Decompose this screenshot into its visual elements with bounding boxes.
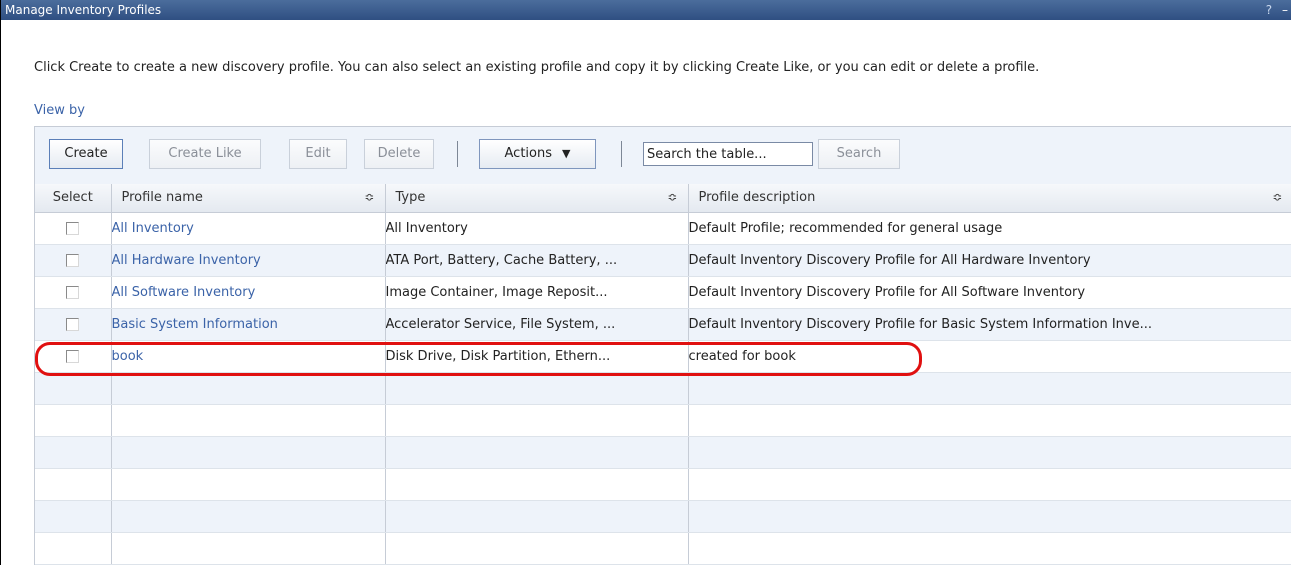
type-cell: All Inventory	[385, 212, 689, 245]
column-header-type[interactable]: Type ≎	[385, 184, 689, 213]
column-header-select: Select	[35, 184, 112, 213]
type-cell: Accelerator Service, File System, ...	[385, 308, 689, 341]
create-button[interactable]: Create	[49, 139, 123, 169]
select-cell	[35, 212, 112, 245]
table-row[interactable]: All Inventory All Inventory Default Prof…	[35, 212, 1291, 245]
empty-row	[35, 404, 1291, 437]
view-by-link[interactable]: View by	[34, 103, 85, 118]
profile-name-link[interactable]: All Hardware Inventory	[112, 253, 261, 268]
table-toolbar: Create Create Like Edit Delete Actions ▼ …	[35, 126, 1291, 184]
profile-name-link[interactable]: All Software Inventory	[112, 285, 256, 300]
description-cell: Default Inventory Discovery Profile for …	[688, 276, 1291, 309]
search-input[interactable]	[643, 142, 813, 166]
select-cell	[35, 276, 112, 309]
profile-name-cell: Basic System Information	[111, 308, 386, 341]
profile-name-cell: All Software Inventory	[111, 276, 386, 309]
column-header-type-label: Type	[395, 190, 426, 206]
empty-row	[35, 468, 1291, 501]
table-row[interactable]: Basic System Information Accelerator Ser…	[35, 308, 1291, 341]
highlight-annotation	[35, 342, 922, 376]
column-header-profile-name-label: Profile name	[121, 190, 203, 206]
profile-name-cell: All Hardware Inventory	[111, 244, 386, 277]
window-frame: Manage Inventory Profiles ? – Click Crea…	[0, 0, 1291, 565]
empty-row	[35, 436, 1291, 469]
row-checkbox[interactable]	[66, 253, 80, 267]
description-cell: Default Inventory Discovery Profile for …	[688, 244, 1291, 277]
actions-dropdown[interactable]: Actions ▼	[479, 139, 596, 169]
window-title-bar: Manage Inventory Profiles ? –	[1, 0, 1291, 20]
empty-row	[35, 532, 1291, 565]
window-title: Manage Inventory Profiles	[5, 3, 162, 17]
table-header-row: Select Profile name ≎ Type ≎ Profile descr…	[35, 184, 1291, 213]
sort-icon[interactable]: ≎	[667, 190, 677, 204]
type-cell: ATA Port, Battery, Cache Battery, ...	[385, 244, 689, 277]
row-checkbox[interactable]	[66, 317, 80, 331]
table-row[interactable]: All Hardware Inventory ATA Port, Battery…	[35, 244, 1291, 277]
profile-name-link[interactable]: All Inventory	[112, 221, 194, 236]
description-cell: Default Profile; recommended for general…	[688, 212, 1291, 245]
column-header-description-label: Profile description	[698, 190, 816, 206]
toolbar-separator	[621, 141, 622, 167]
type-cell: Image Container, Image Reposit...	[385, 276, 689, 309]
search-button[interactable]: Search	[818, 139, 900, 169]
toolbar-separator	[457, 141, 458, 167]
actions-label: Actions	[504, 146, 553, 161]
create-like-button[interactable]: Create Like	[149, 139, 261, 169]
select-cell	[35, 244, 112, 277]
help-icon[interactable]: ?	[1266, 3, 1272, 17]
delete-button[interactable]: Delete	[364, 139, 434, 169]
intro-text: Click Create to create a new discovery p…	[34, 60, 1040, 75]
empty-row	[35, 500, 1291, 533]
edit-button[interactable]: Edit	[289, 139, 347, 169]
column-header-profile-name[interactable]: Profile name ≎	[111, 184, 386, 213]
description-cell: Default Inventory Discovery Profile for …	[688, 308, 1291, 341]
dropdown-arrow-icon: ▼	[562, 147, 571, 160]
row-checkbox[interactable]	[66, 285, 80, 299]
column-header-description[interactable]: Profile description ≎	[688, 184, 1291, 213]
empty-row	[35, 372, 1291, 405]
sort-icon[interactable]: ≎	[364, 190, 374, 204]
column-header-select-label: Select	[52, 190, 93, 206]
profile-name-cell: All Inventory	[111, 212, 386, 245]
row-checkbox[interactable]	[66, 221, 80, 235]
minimize-icon[interactable]: –	[1282, 3, 1288, 17]
profile-name-link[interactable]: Basic System Information	[112, 317, 278, 332]
table-row[interactable]: All Software Inventory Image Container, …	[35, 276, 1291, 309]
sort-icon[interactable]: ≎	[1272, 190, 1282, 204]
select-cell	[35, 308, 112, 341]
